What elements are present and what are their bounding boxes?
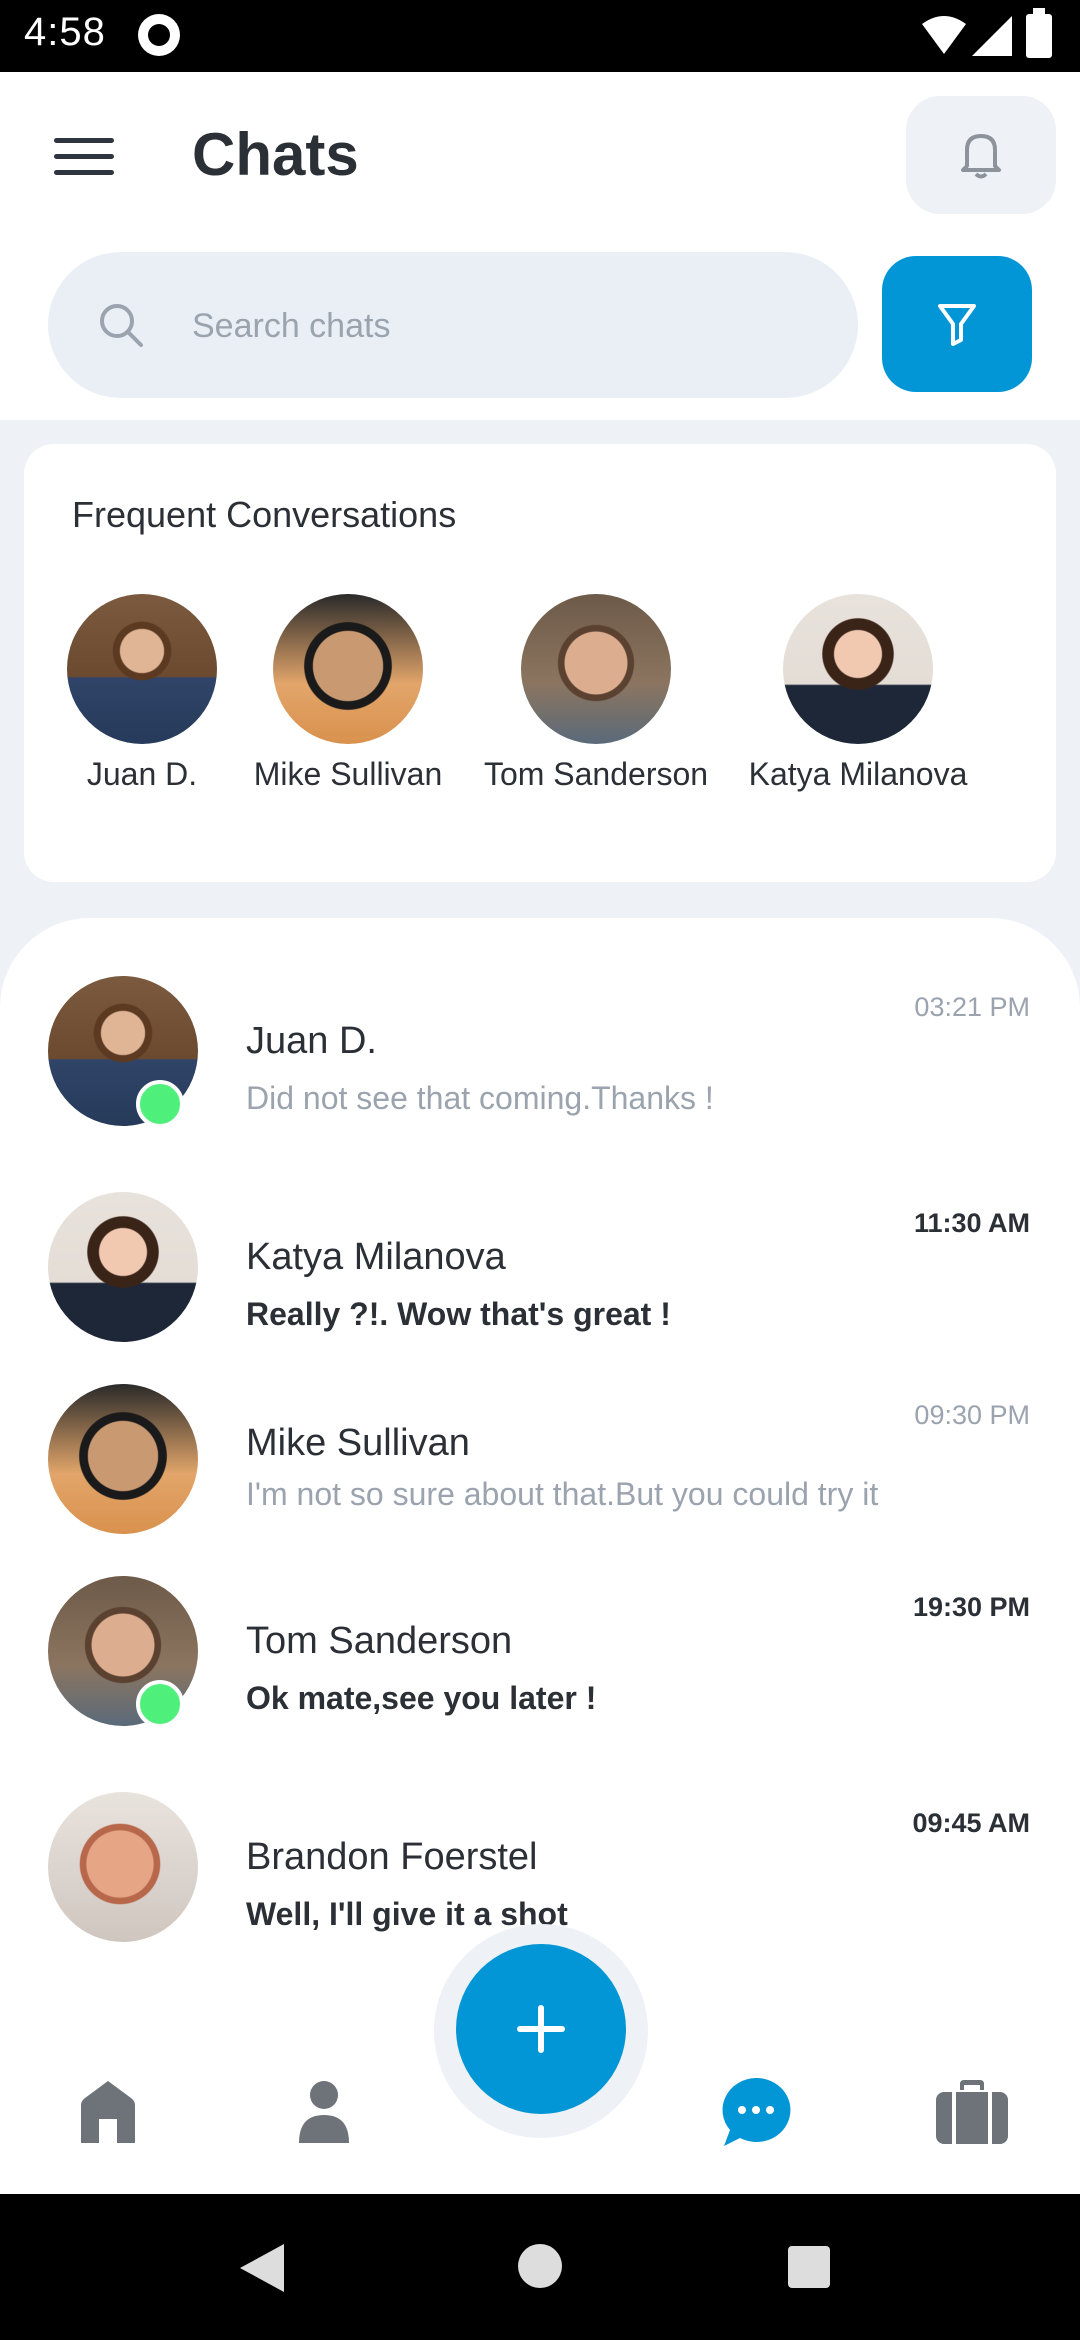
filter-button[interactable]	[882, 256, 1032, 392]
app-header: Chats	[0, 72, 1080, 420]
briefcase-icon	[936, 2080, 1008, 2144]
home-icon	[81, 2081, 135, 2143]
contact-name: Katya Milanova	[748, 756, 968, 792]
chat-time: 19:30 PM	[912, 1592, 1030, 1622]
online-indicator	[136, 1080, 184, 1128]
app-notification-icon	[138, 14, 180, 56]
menu-icon[interactable]	[54, 138, 114, 182]
online-indicator	[136, 1680, 184, 1728]
frequent-conversations-card: Frequent Conversations Juan D. Mike Sull…	[24, 444, 1056, 882]
avatar	[48, 1792, 198, 1942]
bell-icon	[961, 134, 1001, 179]
nav-profile[interactable]	[284, 2072, 364, 2152]
recents-icon[interactable]	[788, 2246, 830, 2288]
chat-icon	[722, 2077, 791, 2146]
new-chat-button[interactable]	[456, 1944, 626, 2114]
chat-message: Ok mate,see you later !	[246, 1680, 597, 1716]
nav-home[interactable]	[68, 2072, 148, 2152]
avatar	[67, 594, 217, 744]
avatar	[783, 594, 933, 744]
avatar	[273, 594, 423, 744]
chat-message: Did not see that coming.Thanks !	[246, 1080, 714, 1116]
filter-icon	[938, 304, 976, 346]
chat-time: 03:21 PM	[914, 992, 1030, 1022]
chat-name: Brandon Foerstel	[246, 1836, 538, 1878]
wifi-icon	[922, 16, 966, 54]
nav-work[interactable]	[932, 2072, 1012, 2152]
section-title: Frequent Conversations	[72, 494, 457, 535]
back-icon[interactable]	[240, 2244, 284, 2292]
chat-message: Really ?!. Wow that's great !	[246, 1296, 671, 1332]
page-title: Chats	[192, 121, 359, 188]
chat-message: I'm not so sure about that.But you could…	[246, 1476, 879, 1512]
profile-icon	[299, 2081, 349, 2143]
system-navigation-bar	[0, 2194, 1080, 2340]
avatar	[521, 594, 671, 744]
chat-time: 09:45 AM	[912, 1808, 1030, 1838]
signal-icon	[972, 16, 1012, 56]
contact-name: Mike Sullivan	[253, 756, 443, 792]
contact-name: Tom Sanderson	[483, 756, 709, 792]
chat-time: 09:30 PM	[914, 1400, 1030, 1430]
chat-name: Juan D.	[246, 1020, 377, 1062]
search-input[interactable]	[190, 290, 794, 362]
search-icon	[100, 304, 143, 347]
frequent-contact[interactable]: Mike Sullivan	[228, 594, 468, 793]
notifications-button[interactable]	[906, 96, 1056, 214]
battery-icon	[1026, 8, 1052, 58]
contact-name: Juan D.	[86, 756, 198, 792]
avatar	[48, 1192, 198, 1342]
chat-row[interactable]: Juan D. Did not see that coming.Thanks !…	[0, 970, 1080, 1160]
search-bar[interactable]	[48, 252, 858, 398]
nav-chats[interactable]	[716, 2072, 796, 2152]
frequent-contact[interactable]: Tom Sanderson	[476, 594, 716, 793]
plus-icon	[517, 2005, 565, 2053]
status-bar: 4:58	[0, 0, 1080, 72]
chat-name: Mike Sullivan	[246, 1422, 470, 1464]
chat-name: Tom Sanderson	[246, 1620, 513, 1662]
home-button-icon[interactable]	[518, 2244, 562, 2288]
avatar	[48, 1384, 198, 1534]
chat-row[interactable]: Tom Sanderson Ok mate,see you later ! 19…	[0, 1570, 1080, 1760]
frequent-contact[interactable]: Juan D.	[22, 594, 262, 793]
frequent-contact[interactable]: Katya Milanova	[738, 594, 978, 793]
chat-row[interactable]: Katya Milanova Really ?!. Wow that's gre…	[0, 1186, 1080, 1376]
chat-row[interactable]: Mike Sullivan I'm not so sure about that…	[0, 1378, 1080, 1568]
status-time: 4:58	[24, 10, 106, 54]
chat-time: 11:30 AM	[913, 1208, 1030, 1238]
chat-name: Katya Milanova	[246, 1236, 506, 1278]
